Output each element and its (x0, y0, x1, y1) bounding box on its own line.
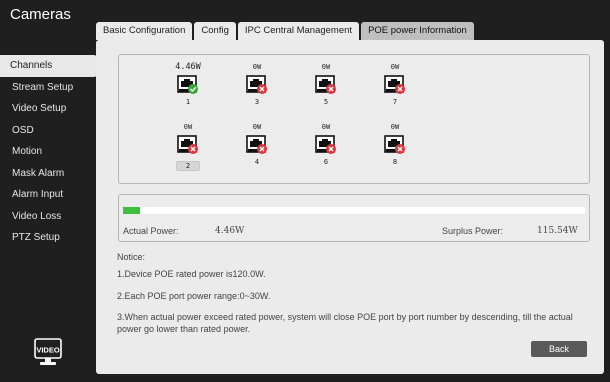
sidebar-item-video-setup[interactable]: Video Setup (0, 98, 97, 120)
poe-port-grid: 4.46W 1 0W 3 0W 5 0W 7 0W 2 0W 4 0W 6 0W 8 (118, 54, 590, 184)
sidebar-item-mask-alarm[interactable]: Mask Alarm (0, 163, 97, 185)
notice-heading: Notice: (117, 252, 146, 262)
surplus-power-label: Surplus Power: (442, 226, 504, 236)
notice-line-1: 1.Device POE rated power is120.0W. (117, 269, 266, 279)
actual-power-label: Actual Power: (123, 226, 179, 236)
actual-power-value: 4.46W (215, 226, 245, 236)
tab-poe-power-information[interactable]: POE power Information (361, 22, 474, 40)
port-number: 8 (392, 158, 398, 166)
port-power: 0W (321, 123, 331, 131)
back-button[interactable]: Back (531, 341, 587, 357)
tab-ipc-central-management[interactable]: IPC Central Management (237, 22, 360, 40)
ethernet-port-icon (315, 75, 337, 95)
port-number: 6 (323, 158, 329, 166)
poe-port-7: 0W 7 (370, 61, 420, 106)
surplus-power-value: 115.54W (537, 226, 578, 236)
sidebar-item-motion[interactable]: Motion (0, 141, 97, 163)
tab-config[interactable]: Config (194, 22, 236, 40)
port-number: 7 (392, 98, 398, 106)
app-title: Cameras (10, 6, 71, 23)
sidebar: Channels Stream Setup Video Setup OSD Mo… (0, 55, 97, 249)
ethernet-port-icon (177, 135, 199, 155)
sidebar-item-alarm-input[interactable]: Alarm Input (0, 184, 97, 206)
notice-line-2: 2.Each POE port power range:0~30W. (117, 291, 271, 301)
sidebar-item-ptz-setup[interactable]: PTZ Setup (0, 227, 97, 249)
port-number: 5 (323, 98, 329, 106)
port-power: 0W (252, 123, 262, 131)
tab-basic-configuration[interactable]: Basic Configuration (96, 22, 193, 40)
sidebar-item-video-loss[interactable]: Video Loss (0, 206, 97, 228)
sidebar-item-channels[interactable]: Channels (0, 55, 97, 77)
poe-port-6: 0W 6 (301, 121, 351, 166)
power-usage-fill (123, 207, 141, 214)
port-power: 0W (390, 63, 400, 71)
sidebar-item-osd[interactable]: OSD (0, 120, 97, 142)
port-power: 0W (321, 63, 331, 71)
ethernet-port-icon (246, 75, 268, 95)
ethernet-port-icon (384, 75, 406, 95)
tab-bar: Basic Configuration Config IPC Central M… (96, 22, 476, 40)
port-power: 0W (183, 123, 193, 131)
port-number: 1 (185, 98, 191, 106)
poe-port-1: 4.46W 1 (163, 61, 213, 106)
ethernet-port-icon (384, 135, 406, 155)
power-summary: Actual Power: 4.46W Surplus Power: 115.5… (118, 194, 590, 242)
ethernet-port-icon (177, 75, 199, 95)
notice-line-3: 3.When actual power exceed rated power, … (117, 312, 573, 334)
video-logo-icon: VIDEO (34, 338, 62, 368)
port-number: 3 (254, 98, 260, 106)
port-power: 0W (390, 123, 400, 131)
video-logo-text: VIDEO (36, 346, 60, 355)
poe-port-8: 0W 8 (370, 121, 420, 166)
sidebar-item-stream-setup[interactable]: Stream Setup (0, 77, 97, 99)
port-power: 0W (252, 63, 262, 71)
poe-port-3: 0W 3 (232, 61, 282, 106)
port-number: 2 (176, 161, 200, 171)
port-number: 4 (254, 158, 260, 166)
poe-port-5: 0W 5 (301, 61, 351, 106)
port-power: 4.46W (175, 62, 201, 72)
power-usage-bar (123, 207, 585, 214)
ethernet-port-icon (246, 135, 268, 155)
poe-port-2: 0W 2 (163, 121, 213, 173)
poe-port-4: 0W 4 (232, 121, 282, 166)
ethernet-port-icon (315, 135, 337, 155)
